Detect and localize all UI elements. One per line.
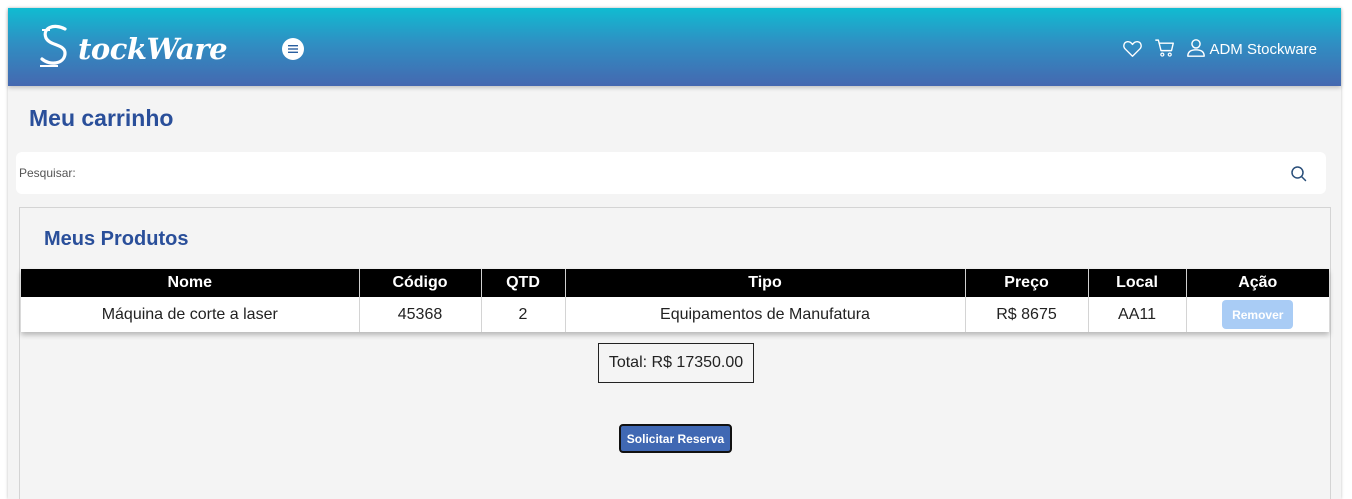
sidebar-toggle-button[interactable]: [282, 38, 304, 60]
column-header-price[interactable]: Preço: [965, 269, 1089, 297]
remove-button[interactable]: Remover: [1222, 300, 1294, 329]
column-header-code[interactable]: Código: [359, 269, 482, 297]
nav-actions: ADM Stockware: [1111, 34, 1317, 62]
logo-mark-icon: S: [36, 21, 72, 74]
user-icon: [1187, 39, 1206, 57]
search-icon: [1291, 166, 1307, 182]
user-name[interactable]: ADM Stockware: [1209, 41, 1317, 58]
total-box: Total: R$ 17350.00: [598, 343, 754, 383]
products-panel: Meus Produtos Nome Código QTD Tipo Preço…: [19, 207, 1331, 499]
navbar: S tockWare ADM Stockware: [8, 8, 1341, 86]
products-table: Nome Código QTD Tipo Preço Local Ação Má…: [21, 269, 1329, 332]
cell-type: Equipamentos de Manufatura: [565, 297, 966, 332]
cart-button[interactable]: [1153, 37, 1175, 59]
search-label: Pesquisar:: [19, 166, 76, 180]
cell-location: AA11: [1088, 297, 1187, 332]
cell-qty: 2: [481, 297, 566, 332]
search-bar: Pesquisar:: [16, 152, 1326, 194]
svg-text:S: S: [36, 22, 37, 23]
table-header-row: Nome Código QTD Tipo Preço Local Ação: [21, 269, 1329, 297]
panel-title: Meus Produtos: [44, 228, 189, 250]
column-header-action: Ação: [1186, 269, 1329, 297]
search-button[interactable]: [1290, 165, 1308, 183]
heart-icon: [1123, 40, 1142, 57]
brand-logo[interactable]: S tockWare: [36, 21, 228, 74]
cart-icon: [1155, 39, 1174, 57]
hamburger-icon: [288, 45, 298, 53]
brand-name: tockWare: [78, 32, 228, 66]
favorites-button[interactable]: [1121, 37, 1143, 59]
column-header-qty[interactable]: QTD: [481, 269, 566, 297]
cell-code: 45368: [359, 297, 482, 332]
page-title: Meu carrinho: [29, 105, 174, 131]
cell-price: R$ 8675: [965, 297, 1089, 332]
column-header-location[interactable]: Local: [1088, 269, 1187, 297]
table-row: Máquina de corte a laser 45368 2 Equipam…: [21, 297, 1329, 332]
column-header-type[interactable]: Tipo: [565, 269, 966, 297]
column-header-name[interactable]: Nome: [21, 269, 360, 297]
cell-action: Remover: [1186, 297, 1329, 332]
request-reservation-button[interactable]: Solicitar Reserva: [619, 424, 732, 453]
search-input[interactable]: [96, 158, 1276, 188]
cell-name: Máquina de corte a laser: [21, 297, 360, 332]
user-menu-button[interactable]: [1185, 37, 1207, 59]
page: S tockWare ADM Stockware Meu carrinho Pe…: [8, 8, 1341, 499]
